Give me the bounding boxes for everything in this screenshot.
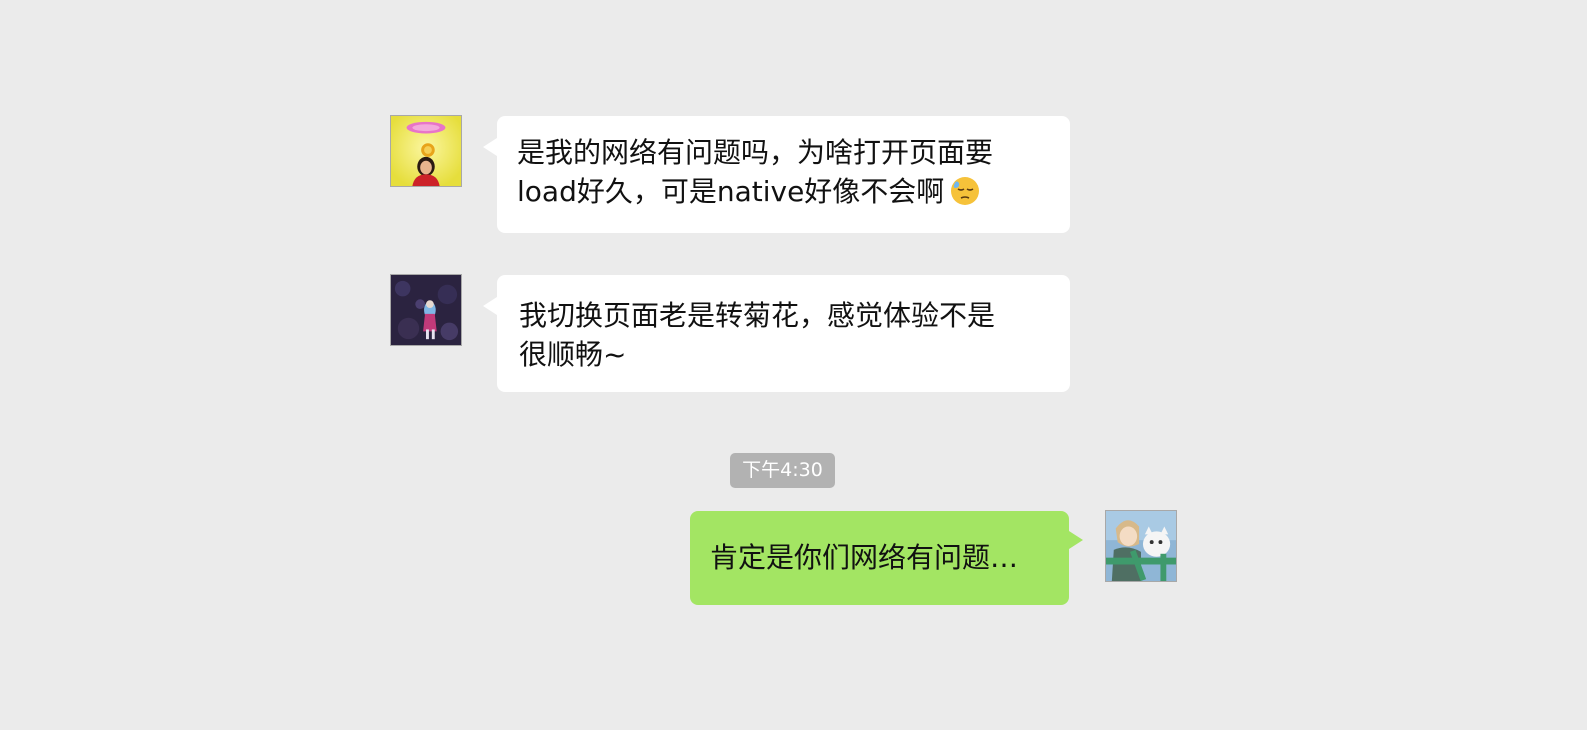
message-bubble-incoming[interactable]: 我切换页面老是转菊花，感觉体验不是 很顺畅~ [483, 275, 1070, 392]
avatar-girl-halo-image [391, 116, 461, 186]
avatar-anime-boy-cat-image [1106, 511, 1176, 581]
message-text-line: 是我的网络有问题吗，为啥打开页面要 [517, 136, 994, 169]
downcast-sweat-face-emoji-icon [951, 177, 980, 205]
sender-avatar[interactable] [390, 115, 462, 187]
bubble-tail [1069, 531, 1083, 549]
chat-window: 是我的网络有问题吗，为啥打开页面要 load好久，可是native好像不会啊 我… [0, 0, 1587, 730]
self-avatar[interactable] [1105, 510, 1177, 582]
message-text-line: load好久，可是native好像不会啊 [517, 172, 1050, 211]
message-text-line: 肯定是你们网络有问题… [710, 541, 1019, 574]
message-bubble-outgoing[interactable]: 肯定是你们网络有问题… [690, 511, 1083, 605]
message-bubble-incoming[interactable]: 是我的网络有问题吗，为啥打开页面要 load好久，可是native好像不会啊 [483, 116, 1070, 233]
avatar-dark-figure-image [391, 275, 461, 345]
message-text-line: 我切换页面老是转菊花，感觉体验不是 [519, 299, 996, 332]
message-text-line: 很顺畅~ [519, 338, 627, 371]
sender-avatar[interactable] [390, 274, 462, 346]
timestamp-badge: 下午4:30 [730, 453, 835, 488]
bubble-tail [483, 297, 497, 315]
bubble-tail [483, 138, 497, 156]
